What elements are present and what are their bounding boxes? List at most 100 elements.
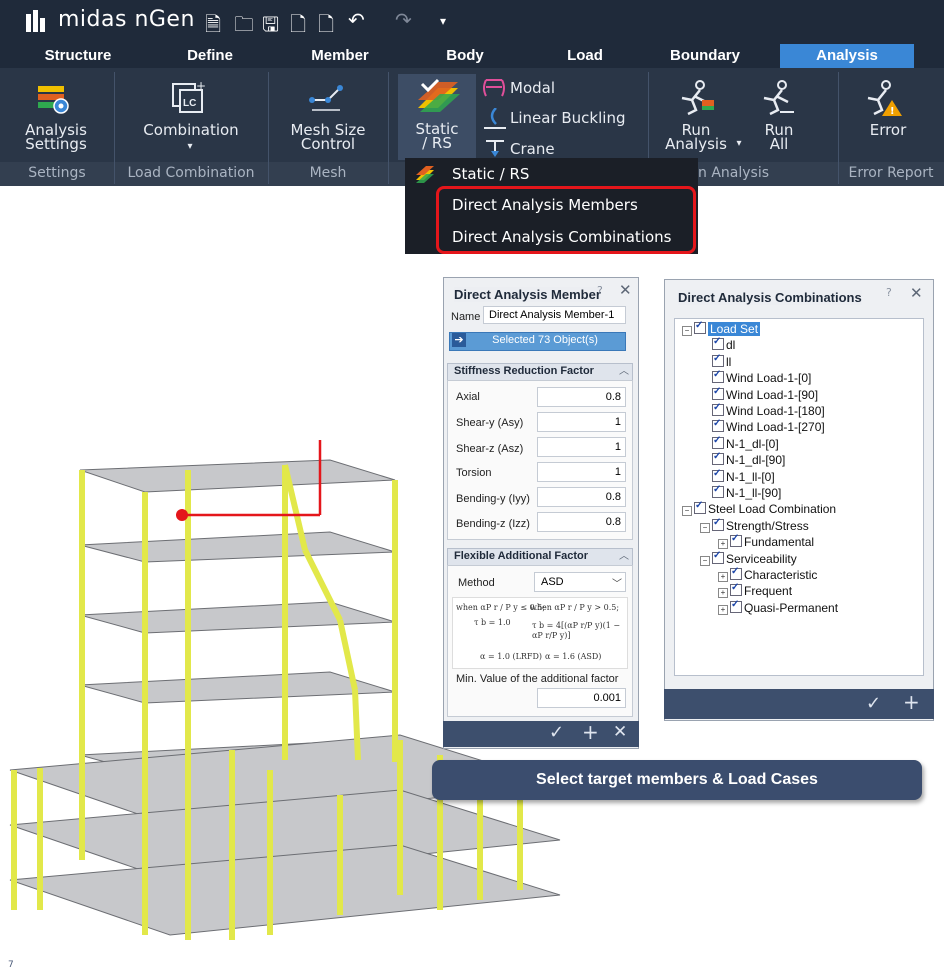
save-icon[interactable]: 🖫 xyxy=(262,10,279,44)
mesh-size-icon[interactable] xyxy=(308,82,348,114)
open-folder-icon[interactable]: 🗀 xyxy=(234,10,254,44)
modal-button[interactable]: Modal xyxy=(510,81,555,96)
checkbox-icon[interactable] xyxy=(730,582,742,597)
checkbox-icon[interactable] xyxy=(694,320,706,334)
checkbox-icon[interactable] xyxy=(712,353,724,367)
tree-item[interactable]: + Characteristic xyxy=(718,566,817,582)
checkbox-icon[interactable] xyxy=(712,386,724,400)
expand-icon[interactable]: + xyxy=(718,604,728,615)
mesh-size-control-button[interactable]: Mesh Size Control xyxy=(272,123,384,152)
collapse-icon[interactable]: − xyxy=(682,326,692,336)
checkbox-icon[interactable] xyxy=(712,550,724,564)
torsion-field[interactable]: 1 xyxy=(537,462,626,482)
tab-boundary[interactable]: Boundary xyxy=(650,44,760,68)
close-icon[interactable]: ✕ xyxy=(619,281,632,299)
modal-icon[interactable] xyxy=(482,78,506,98)
close-all-icon[interactable]: 🗋 xyxy=(318,10,334,44)
tree-item[interactable]: − Steel Load Combination xyxy=(682,500,836,517)
shear-z-field[interactable]: 1 xyxy=(537,437,626,457)
tab-member[interactable]: Member xyxy=(290,44,390,68)
tree-item[interactable]: N-1_ll-[0] xyxy=(700,468,775,484)
help-icon[interactable]: ? xyxy=(886,286,892,299)
checkbox-icon[interactable] xyxy=(730,599,742,613)
run-analysis-button[interactable]: Run Analysis xyxy=(654,123,738,152)
tree-item[interactable]: − Strength/Stress xyxy=(700,517,809,533)
chevron-down-icon[interactable]: ﹀ xyxy=(612,575,622,590)
tree-item[interactable]: N-1_ll-[90] xyxy=(700,484,781,500)
checkbox-icon[interactable] xyxy=(730,566,742,580)
run-analysis-icon[interactable] xyxy=(676,80,716,116)
add-plus-icon[interactable]: + xyxy=(903,690,920,714)
checkbox-icon[interactable] xyxy=(712,484,724,498)
undo-icon[interactable]: ↶ xyxy=(348,8,365,32)
static-rs-icon[interactable] xyxy=(414,78,462,116)
tree-item[interactable]: + Fundamental xyxy=(718,533,814,550)
linear-buckling-button[interactable]: Linear Buckling xyxy=(510,111,625,126)
close-icon[interactable]: ✕ xyxy=(910,284,923,302)
expand-icon[interactable]: + xyxy=(718,572,728,582)
expand-icon[interactable]: + xyxy=(718,588,728,599)
linear-buckling-icon[interactable] xyxy=(484,107,506,132)
tree-item[interactable]: Wind Load-1-[180] xyxy=(700,402,825,418)
tree-item[interactable]: + Quasi-Permanent xyxy=(718,599,838,615)
static-rs-button[interactable]: Static / RS xyxy=(400,122,474,151)
tree-item[interactable]: Wind Load-1-[90] xyxy=(700,386,818,402)
redo-icon[interactable]: ↷ xyxy=(395,8,412,32)
checkbox-icon[interactable] xyxy=(712,418,724,433)
error-button[interactable]: Error xyxy=(846,123,930,138)
checkbox-icon[interactable] xyxy=(694,500,706,515)
min-factor-field[interactable]: 0.001 xyxy=(537,688,626,708)
tab-load[interactable]: Load xyxy=(545,44,625,68)
run-all-button[interactable]: Run All xyxy=(750,123,808,152)
shear-y-field[interactable]: 1 xyxy=(537,412,626,432)
bending-z-field[interactable]: 0.8 xyxy=(537,512,626,532)
crane-button[interactable]: Crane xyxy=(510,142,555,157)
crane-icon[interactable] xyxy=(484,137,506,159)
tab-analysis[interactable]: Analysis xyxy=(780,44,914,68)
checkbox-icon[interactable] xyxy=(712,402,724,416)
run-all-icon[interactable] xyxy=(760,80,796,116)
analysis-settings-button[interactable]: Analysis Settings xyxy=(8,123,104,152)
cancel-x-icon[interactable]: ✕ xyxy=(613,722,627,742)
tree-item[interactable]: − Serviceability xyxy=(700,550,797,566)
checkbox-icon[interactable] xyxy=(712,468,724,482)
tree-item[interactable]: Wind Load-1-[0] xyxy=(700,369,811,385)
checkbox-icon[interactable] xyxy=(712,336,724,351)
collapse-icon[interactable]: ︿ xyxy=(619,362,629,377)
error-icon[interactable]: ! xyxy=(866,80,902,117)
bending-y-field[interactable]: 0.8 xyxy=(537,487,626,507)
checkbox-icon[interactable] xyxy=(712,451,724,466)
collapse-icon[interactable]: ︿ xyxy=(619,547,629,562)
run-analysis-dropdown-arrow[interactable]: ▾ xyxy=(734,137,744,151)
tree-item[interactable]: Wind Load-1-[270] xyxy=(700,418,825,434)
tab-define[interactable]: Define xyxy=(160,44,260,68)
tab-structure[interactable]: Structure xyxy=(18,44,138,68)
menu-item-static-rs[interactable]: Static / RS xyxy=(452,165,529,183)
ok-check-icon[interactable]: ✓ xyxy=(549,722,564,743)
add-plus-icon[interactable]: + xyxy=(582,720,599,744)
checkbox-icon[interactable] xyxy=(712,517,724,531)
expand-icon[interactable]: + xyxy=(718,539,728,550)
tree-item[interactable]: N-1_dl-[0] xyxy=(700,435,779,451)
tree-item[interactable]: − Load Set xyxy=(682,320,761,336)
analysis-settings-icon[interactable] xyxy=(36,80,72,116)
close-file-icon[interactable]: 🗋 xyxy=(290,10,306,44)
ok-check-icon[interactable]: ✓ xyxy=(866,693,881,714)
collapse-icon[interactable]: − xyxy=(700,522,710,533)
tree-item[interactable]: ll xyxy=(700,353,731,369)
combination-dropdown-arrow[interactable]: ▾ xyxy=(180,140,200,154)
help-icon[interactable]: ? xyxy=(597,284,603,297)
tree-item[interactable]: N-1_dl-[90] xyxy=(700,451,785,467)
collapse-icon[interactable]: − xyxy=(682,506,692,517)
combination-button[interactable]: Combination xyxy=(120,123,262,138)
new-file-icon[interactable]: 🗎 xyxy=(205,10,221,44)
checkbox-icon[interactable] xyxy=(712,435,724,449)
checkbox-icon[interactable] xyxy=(730,533,742,548)
checkbox-icon[interactable] xyxy=(712,369,724,384)
tab-body[interactable]: Body xyxy=(425,44,505,68)
collapse-icon[interactable]: − xyxy=(700,555,710,566)
name-field[interactable]: Direct Analysis Member-1 xyxy=(483,306,626,324)
customize-qa-icon[interactable]: ▾ xyxy=(440,14,446,28)
tree-item[interactable]: dl xyxy=(700,336,735,352)
combination-icon[interactable]: LC + xyxy=(170,79,208,116)
